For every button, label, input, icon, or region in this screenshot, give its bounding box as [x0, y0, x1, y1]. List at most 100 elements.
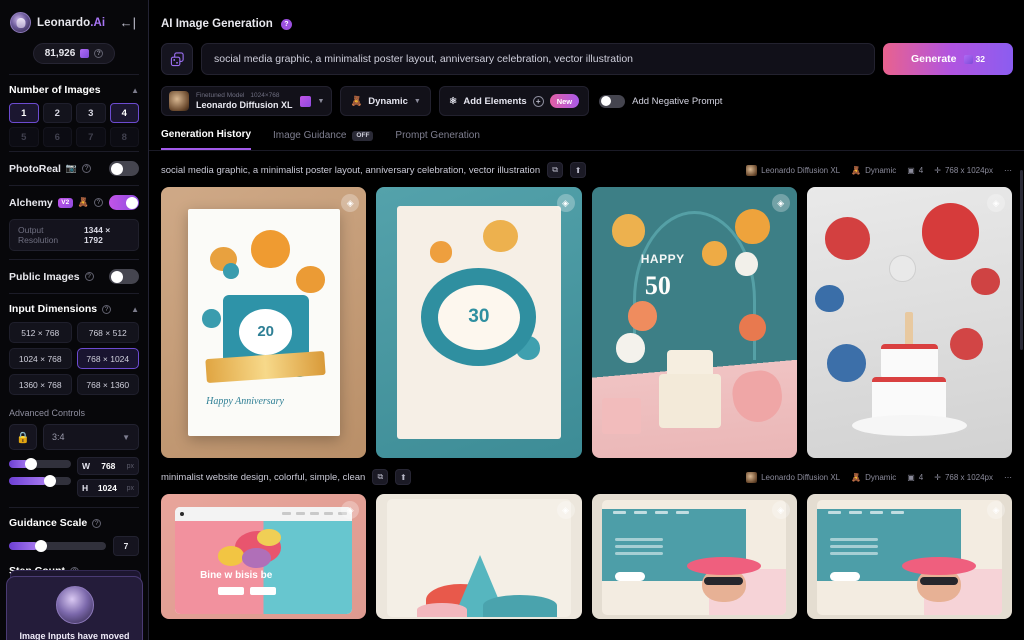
artwork-layer: [827, 344, 866, 382]
result-model-name: Leonardo Diffusion XL: [761, 473, 840, 482]
tab-image-guidance[interactable]: Image Guidance OFF: [273, 129, 373, 150]
magic-wand-icon: 🧸: [78, 197, 89, 208]
artwork-layer: [881, 344, 938, 379]
generated-image-card[interactable]: ◈: [807, 187, 1012, 458]
add-elements-button[interactable]: ⚛ Add Elements + New: [439, 86, 589, 116]
copy-icon[interactable]: ⧉: [547, 162, 563, 178]
artwork-layer: [242, 548, 270, 567]
lock-icon[interactable]: 🔒: [9, 424, 37, 450]
image-inputs-tooltip: Image Inputs have moved: [6, 576, 143, 640]
number-of-images-grid: 1 2 3 4 5 6 7 8: [9, 103, 139, 147]
prompt-value: social media graphic, a minimalist poste…: [214, 53, 633, 65]
credit-container: 81,926 ?: [0, 39, 148, 74]
artwork-script: Happy Anniversary: [206, 396, 284, 407]
upload-icon[interactable]: ⬆: [395, 469, 411, 485]
help-icon[interactable]: ?: [92, 519, 101, 528]
artwork-layer: [902, 557, 976, 575]
artwork-layer: [825, 217, 870, 260]
chevron-down-icon: ▼: [122, 433, 130, 442]
credit-badge[interactable]: 81,926 ?: [33, 43, 116, 64]
num-image-2[interactable]: 2: [43, 103, 73, 123]
help-icon[interactable]: ?: [85, 272, 94, 281]
tab-prompt-generation[interactable]: Prompt Generation: [395, 129, 480, 150]
result-size: ✛768 x 1024px: [934, 473, 993, 482]
more-options-icon[interactable]: ⋯: [1004, 166, 1012, 175]
generated-image-card[interactable]: 30 ◈: [376, 187, 581, 458]
leonardo-watermark-icon: ◈: [341, 501, 359, 519]
num-image-4[interactable]: 4: [110, 103, 140, 123]
dice-icon[interactable]: [161, 43, 193, 75]
copy-icon[interactable]: ⧉: [372, 469, 388, 485]
height-field[interactable]: H 1024 px: [77, 479, 139, 497]
slider-thumb[interactable]: [35, 540, 47, 552]
dimensions-icon: ✛: [934, 166, 941, 175]
help-icon[interactable]: ?: [281, 19, 292, 30]
generate-button[interactable]: Generate 32: [883, 43, 1013, 75]
dice-glyph: [170, 52, 185, 67]
result-size-value: 768 x 1024px: [945, 166, 993, 175]
photoreal-toggle[interactable]: [109, 161, 139, 176]
artwork-layer: [296, 512, 305, 515]
tab-generation-history[interactable]: Generation History: [161, 129, 251, 150]
num-image-1[interactable]: 1: [9, 103, 39, 123]
chevron-down-icon[interactable]: ▼: [318, 98, 325, 105]
model-badge-icon: [300, 96, 311, 107]
arrow-left-icon[interactable]: ←|: [120, 15, 140, 30]
help-icon[interactable]: ?: [94, 198, 103, 207]
alchemy-version-badge: V2: [58, 198, 73, 208]
aspect-ratio-row: 🔒 3:4 ▼: [0, 418, 148, 450]
height-slider[interactable]: [9, 477, 71, 485]
number-of-images-section: Number of Images ▲ 1 2 3 4 5 6 7 8: [0, 75, 148, 151]
width-field[interactable]: W 768 px: [77, 457, 139, 475]
generate-label: Generate: [911, 53, 957, 65]
scrollbar[interactable]: [1020, 170, 1023, 350]
slider-track: [9, 460, 71, 468]
num-image-3[interactable]: 3: [76, 103, 106, 123]
dim-512x768[interactable]: 512 × 768: [9, 322, 72, 343]
new-badge: New: [550, 94, 579, 108]
width-slider[interactable]: [9, 460, 71, 468]
generated-image-card[interactable]: Bine w bisis be ◈: [161, 494, 366, 619]
leonardo-watermark-icon: ◈: [557, 501, 575, 519]
prompt-input[interactable]: social media graphic, a minimalist poste…: [201, 43, 875, 75]
page-title: AI Image Generation: [161, 18, 273, 30]
help-icon[interactable]: ?: [82, 164, 91, 173]
guidance-scale-value[interactable]: 7: [113, 536, 139, 556]
artwork-layer: [817, 500, 1002, 615]
generated-image-card[interactable]: HAPPY 50 ◈: [592, 187, 797, 458]
negative-prompt-label: Add Negative Prompt: [632, 96, 722, 107]
dim-768x512[interactable]: 768 × 512: [77, 322, 140, 343]
magic-wand-icon: 🧸: [851, 473, 861, 482]
dim-1360x768[interactable]: 1360 × 768: [9, 374, 72, 395]
slider-thumb[interactable]: [25, 458, 37, 470]
generated-image-card[interactable]: 20 Happy Anniversary ◈: [161, 187, 366, 458]
preset-selector[interactable]: 🧸 Dynamic ▼: [340, 86, 430, 116]
aspect-ratio-select[interactable]: 3:4 ▼: [43, 424, 139, 450]
result-grid: 20 Happy Anniversary ◈ 30 ◈: [161, 187, 1012, 458]
chevron-up-icon[interactable]: ▲: [131, 305, 139, 314]
result-prompt: social media graphic, a minimalist poste…: [161, 165, 540, 176]
negative-prompt-toggle[interactable]: [599, 95, 625, 108]
generated-image-card[interactable]: ◈: [807, 494, 1012, 619]
brand-suffix: .Ai: [90, 17, 105, 29]
artwork-heading: Bine w bisis be: [200, 570, 272, 581]
artwork-layer: [830, 538, 878, 541]
generated-image-card[interactable]: ◈: [376, 494, 581, 619]
dim-768x1024[interactable]: 768 × 1024: [77, 348, 140, 369]
generated-image-card[interactable]: ◈: [592, 494, 797, 619]
public-images-toggle[interactable]: [109, 269, 139, 284]
slider-fill: [9, 542, 38, 550]
alchemy-toggle[interactable]: [109, 195, 139, 210]
chevron-up-icon[interactable]: ▲: [131, 86, 139, 95]
help-icon[interactable]: ?: [94, 49, 103, 58]
dim-768x1360[interactable]: 768 × 1360: [77, 374, 140, 395]
guidance-slider-track[interactable]: [9, 542, 106, 550]
upload-icon[interactable]: ⬆: [570, 162, 586, 178]
more-options-icon[interactable]: ⋯: [1004, 473, 1012, 482]
model-selector[interactable]: Finetuned Model 1024×768 Leonardo Diffus…: [161, 86, 332, 116]
artwork-layer: [417, 603, 466, 617]
dim-1024x768[interactable]: 1024 × 768: [9, 348, 72, 369]
help-icon[interactable]: ?: [102, 305, 111, 314]
slider-thumb[interactable]: [44, 475, 56, 487]
number-of-images-title: Number of Images: [9, 84, 101, 96]
